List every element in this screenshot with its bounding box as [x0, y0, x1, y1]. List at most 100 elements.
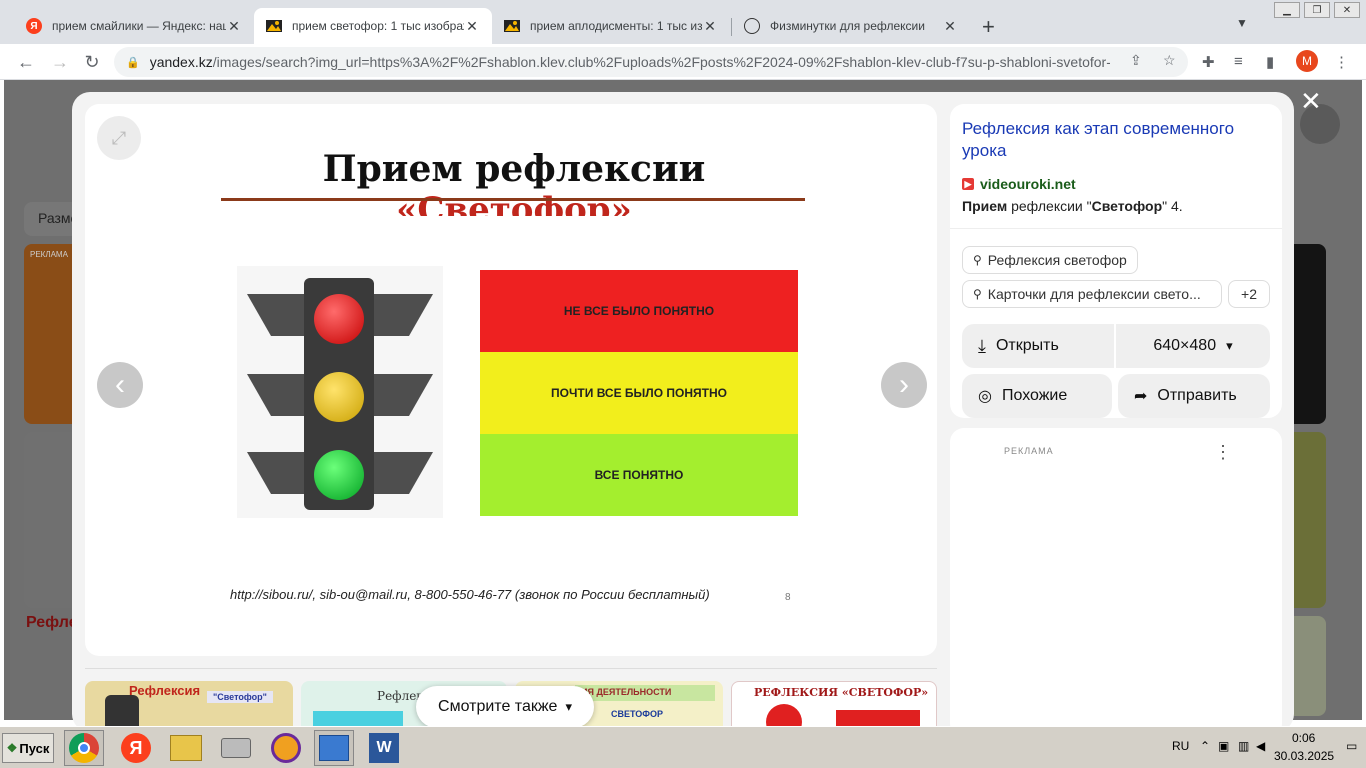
open-image-button[interactable]: ⤓ Открыть — [962, 324, 1114, 368]
clipboard-icon[interactable]: ▣ — [1218, 739, 1229, 753]
traffic-light-visor — [247, 294, 307, 336]
close-tab-icon[interactable]: ✕ — [464, 18, 480, 35]
tab-title: прием смайлики — Яндекс: нашлось — [52, 19, 226, 33]
fullscreen-expand-icon[interactable]: ⤢ — [97, 116, 141, 160]
profile-avatar[interactable]: M — [1296, 50, 1318, 72]
bookmark-star-icon[interactable]: ☆ — [1163, 52, 1176, 69]
see-also-button[interactable]: Смотрите также ▾ — [416, 686, 594, 728]
slide-footer: http://sibou.ru/, sib-ou@mail.ru, 8-800-… — [230, 587, 710, 602]
image-size-dropdown[interactable]: 640×480 ▾ — [1116, 324, 1270, 368]
extensions-puzzle-icon[interactable]: ✚ — [1202, 53, 1215, 71]
traffic-light-body — [304, 278, 374, 510]
camera-search-icon: ◎ — [978, 388, 992, 405]
tab-2[interactable]: прием светофор: 1 тыс изображений ✕ — [254, 8, 492, 44]
similar-images-button[interactable]: ◎ Похожие — [962, 374, 1112, 418]
thumbnail[interactable]: Рефлексия "Светофор" — [85, 681, 293, 732]
thumbnail-caption: СВЕТОФОР — [611, 709, 663, 719]
url-text: yandex.kz/images/search?img_url=https%3A… — [150, 54, 1110, 70]
ad-options-icon[interactable]: ⋮ — [1214, 442, 1232, 463]
restore-icon[interactable]: ❐ — [1304, 2, 1330, 18]
tag-chip-label: Рефлексия светофор — [987, 252, 1127, 268]
similar-label: Похожие — [1001, 387, 1068, 404]
minimize-icon[interactable]: ▁ — [1274, 2, 1300, 18]
thumbnail-caption: РЕФЛЕКСИЯ «СВЕТОФОР» — [754, 686, 929, 699]
source-site-link[interactable]: ▶ videouroki.net — [962, 176, 1076, 192]
tag-chip[interactable]: ⚲ Рефлексия светофор — [962, 246, 1138, 274]
share-button[interactable]: ➦ Отправить — [1118, 374, 1270, 418]
more-tags-chip[interactable]: +2 — [1228, 280, 1270, 308]
share-label: Отправить — [1157, 387, 1237, 404]
slide-page-number: 8 — [785, 592, 791, 603]
reload-icon[interactable]: ↻ — [80, 50, 104, 74]
share-page-icon[interactable]: ⇪ — [1130, 52, 1142, 69]
tab-search-chevron-icon[interactable]: ▼ — [1236, 16, 1248, 30]
file-explorer-icon[interactable] — [166, 730, 206, 766]
language-indicator[interactable]: RU — [1172, 739, 1189, 753]
close-tab-icon[interactable]: ✕ — [226, 18, 242, 35]
word-icon[interactable]: W — [364, 730, 404, 766]
browser-toolbar: ← → ↻ 🔒 yandex.kz/images/search?img_url=… — [0, 44, 1366, 80]
tab-title: прием светофор: 1 тыс изображений — [292, 19, 464, 33]
search-icon: ⚲ — [973, 287, 982, 301]
chevron-down-icon: ▾ — [565, 699, 572, 714]
close-tab-icon[interactable]: ✕ — [702, 18, 718, 35]
tab-4[interactable]: Физминутки для рефлексии ✕ — [732, 8, 970, 44]
chrome-taskbar-icon[interactable] — [64, 730, 104, 766]
source-page-title[interactable]: Рефлексия как этап современного урока — [962, 118, 1262, 162]
image-favicon-icon — [504, 18, 520, 34]
clock-date[interactable]: 30.03.2025 — [1274, 749, 1334, 763]
traffic-light-visor — [373, 452, 433, 494]
close-viewer-icon[interactable]: ✕ — [1300, 86, 1322, 117]
thumbnail-caption: Рефлексия — [129, 683, 201, 698]
lock-icon[interactable]: 🔒 — [126, 56, 140, 69]
image-viewer-modal: ⤢ Прием рефлексии «Светофор» НЕ ВСЕ БЫЛО… — [72, 92, 1294, 732]
browser-menu-icon[interactable]: ⋮ — [1334, 53, 1349, 71]
size-label: 640×480 — [1153, 337, 1217, 354]
clock-time[interactable]: 0:06 — [1292, 731, 1315, 745]
side-panel-icon[interactable]: ▮ — [1266, 53, 1274, 71]
show-desktop-icon[interactable]: ▭ — [1346, 739, 1357, 753]
image-description: Прием рефлексии "Светофор" 4. — [962, 198, 1183, 214]
tab-title: прием аплодисменты: 1 тыс изобр — [530, 19, 702, 33]
image-favicon-icon — [266, 18, 282, 34]
yellow-lamp — [314, 372, 364, 422]
desc-bold: Светофор — [1091, 198, 1163, 214]
tab-title: Физминутки для рефлексии — [770, 19, 925, 33]
tab-1[interactable]: Я прием смайлики — Яндекс: нашлось ✕ — [14, 8, 254, 44]
yandex-browser-taskbar-icon[interactable]: Я — [116, 730, 156, 766]
band-red: НЕ ВСЕ БЫЛО ПОНЯТНО — [480, 270, 798, 352]
control-panel-icon[interactable] — [314, 730, 354, 766]
new-tab-button[interactable]: + — [982, 14, 995, 40]
see-also-label: Смотрите также — [438, 698, 558, 715]
image-info-panel: Рефлексия как этап современного урока ▶ … — [950, 104, 1282, 418]
tab-3[interactable]: прием аплодисменты: 1 тыс изобр ✕ — [492, 8, 730, 44]
volume-icon[interactable]: ◀ — [1256, 739, 1265, 753]
windows-logo-icon: ❖ — [6, 741, 18, 755]
media-queue-icon[interactable]: ≡ — [1234, 53, 1243, 70]
tag-chip[interactable]: ⚲ Карточки для рефлексии свето... — [962, 280, 1222, 308]
red-lamp — [314, 294, 364, 344]
prev-image-arrow-icon[interactable]: ‹ — [97, 362, 143, 408]
address-bar[interactable]: 🔒 yandex.kz/images/search?img_url=https%… — [114, 47, 1188, 77]
window-controls: ▁ ❐ ✕ — [1274, 2, 1360, 18]
close-tab-icon[interactable]: ✕ — [942, 18, 958, 35]
slide-subtitle: «Светофор» — [396, 190, 632, 216]
network-icon[interactable]: ▥ — [1238, 739, 1249, 753]
browser-tab-bar: Я прием смайлики — Яндекс: нашлось ✕ при… — [0, 0, 1366, 44]
window-close-icon[interactable]: ✕ — [1334, 2, 1360, 18]
source-site-name: videouroki.net — [980, 176, 1076, 192]
openai-favicon-icon — [744, 18, 760, 34]
tor-browser-icon[interactable] — [266, 730, 306, 766]
start-button[interactable]: ❖ Пуск — [2, 733, 54, 763]
traffic-light-visor — [247, 452, 307, 494]
yandex-favicon-icon: Я — [26, 18, 42, 34]
printer-icon[interactable] — [216, 730, 256, 766]
traffic-light-visor — [373, 294, 433, 336]
next-image-arrow-icon[interactable]: › — [881, 362, 927, 408]
back-arrow-icon[interactable]: ← — [14, 50, 38, 74]
thumbnail[interactable]: РЕФЛЕКСИЯ «СВЕТОФОР» — [731, 681, 937, 732]
chevron-down-icon: ▾ — [1226, 338, 1233, 353]
forward-arrow-icon[interactable]: → — [48, 50, 72, 74]
tray-expand-icon[interactable]: ⌃ — [1200, 739, 1210, 753]
divider — [950, 228, 1282, 229]
